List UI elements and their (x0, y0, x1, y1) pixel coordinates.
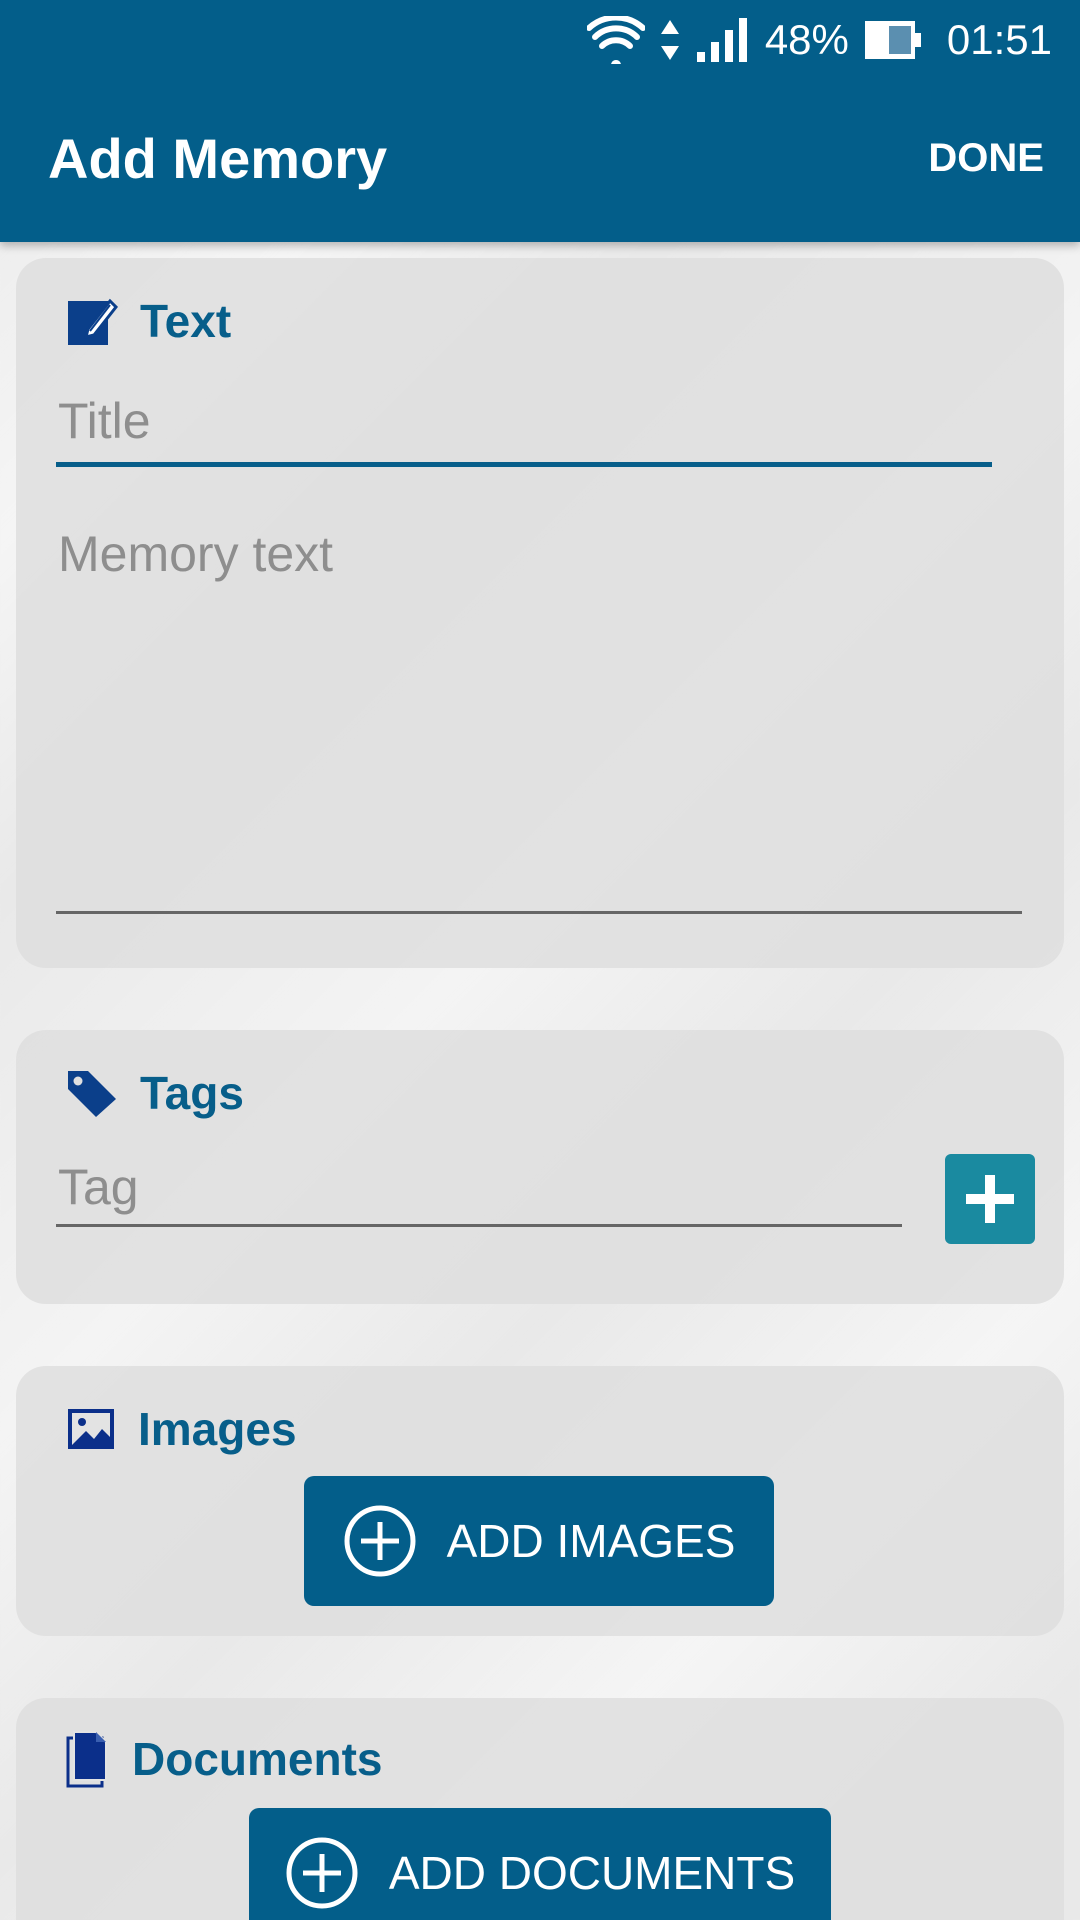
add-images-button[interactable]: ADD IMAGES (304, 1476, 774, 1606)
add-circle-icon (344, 1505, 416, 1577)
images-section-title: Images (138, 1403, 297, 1455)
images-section-header: Images (66, 1402, 297, 1456)
clock: 01:51 (946, 16, 1052, 63)
status-bar: 48% 01:51 (0, 0, 1080, 80)
app-bar: 48% 01:51 Add Memory DONE (0, 0, 1080, 242)
title-input-underline (56, 462, 992, 467)
plus-icon (966, 1175, 1014, 1223)
battery-icon (864, 21, 921, 59)
tags-section-title: Tags (140, 1067, 244, 1119)
add-images-label: ADD IMAGES (446, 1515, 736, 1567)
add-documents-label: ADD DOCUMENTS (388, 1847, 796, 1899)
tags-section-header: Tags (66, 1066, 244, 1120)
data-arrows-icon (660, 20, 679, 60)
add-documents-button[interactable]: ADD DOCUMENTS (249, 1808, 831, 1920)
memory-text-input[interactable] (58, 526, 1038, 886)
tag-input-underline (56, 1224, 902, 1227)
signal-icon (696, 18, 747, 62)
tags-card: Tags (16, 1030, 1064, 1304)
text-section-title: Text (140, 295, 232, 347)
add-circle-icon (286, 1837, 358, 1909)
images-card: Images ADD IMAGES (16, 1366, 1064, 1636)
title-input[interactable] (58, 386, 988, 456)
done-button[interactable]: DONE (928, 136, 1044, 181)
page-title: Add Memory (48, 127, 388, 190)
documents-card: Documents ADD DOCUMENTS (16, 1698, 1064, 1920)
text-section-header: Text (66, 294, 231, 348)
image-icon (68, 1409, 114, 1449)
wifi-icon (586, 16, 645, 64)
documents-section-header: Documents (66, 1730, 382, 1788)
text-card: Text (16, 258, 1064, 968)
documents-section-title: Documents (132, 1733, 383, 1785)
tag-input[interactable] (58, 1152, 898, 1222)
tag-icon (68, 1071, 116, 1117)
battery-percent: 48% (764, 16, 849, 63)
edit-icon (68, 298, 118, 345)
documents-icon (66, 1731, 107, 1788)
add-tag-button[interactable] (945, 1154, 1035, 1244)
memory-text-underline (56, 911, 1022, 914)
